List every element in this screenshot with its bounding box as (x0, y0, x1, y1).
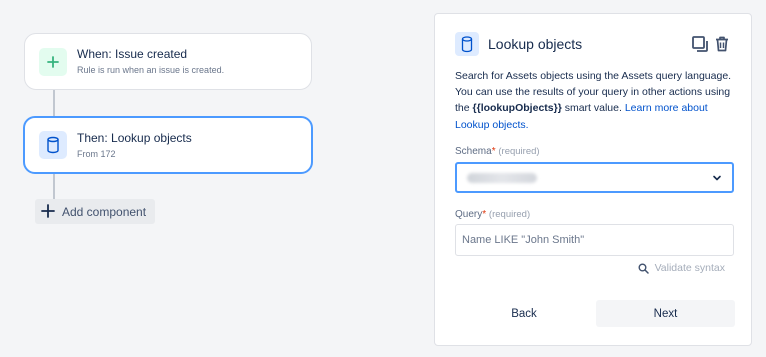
add-component-label: Add component (62, 204, 147, 219)
chevron-down-icon (713, 175, 721, 181)
flow-connector (53, 89, 55, 117)
query-input[interactable] (455, 224, 734, 256)
validate-syntax-button[interactable]: Validate syntax (638, 262, 725, 274)
delete-button[interactable] (711, 33, 733, 55)
schema-selected-value-redacted (467, 172, 537, 183)
database-icon (39, 131, 67, 159)
query-label: Query* (required) (455, 209, 531, 220)
component-config-panel: Lookup objects Search for Assets objects… (434, 13, 752, 346)
trigger-card[interactable]: When: Issue created Rule is run when an … (24, 33, 312, 90)
panel-header: Lookup objects (455, 31, 733, 57)
database-icon (455, 32, 479, 56)
schema-label: Schema* (required) (455, 146, 540, 157)
duplicate-button[interactable] (689, 33, 711, 55)
back-button[interactable]: Back (475, 301, 573, 327)
duplicate-icon (692, 36, 708, 52)
smart-value: {{lookupObjects}} (472, 102, 562, 115)
panel-description: Search for Assets objects using the Asse… (455, 70, 732, 131)
trigger-subtitle: Rule is run when an issue is created. (77, 65, 225, 75)
flow-connector (53, 173, 55, 199)
rule-flow-canvas: When: Issue created Rule is run when an … (0, 0, 420, 357)
action-subtitle: From 172 (77, 148, 116, 159)
trash-icon (716, 36, 728, 52)
action-title: Then: Lookup objects (77, 130, 192, 145)
panel-title: Lookup objects (488, 36, 583, 52)
action-card[interactable]: Then: Lookup objects From 172 (23, 116, 313, 174)
plus-icon (39, 47, 67, 76)
plus-icon (41, 203, 55, 221)
add-component-button[interactable]: Add component (35, 199, 155, 224)
trigger-title: When: Issue created (77, 47, 188, 61)
next-button[interactable]: Next (596, 300, 735, 327)
schema-select[interactable] (455, 162, 734, 193)
search-icon (638, 263, 649, 274)
